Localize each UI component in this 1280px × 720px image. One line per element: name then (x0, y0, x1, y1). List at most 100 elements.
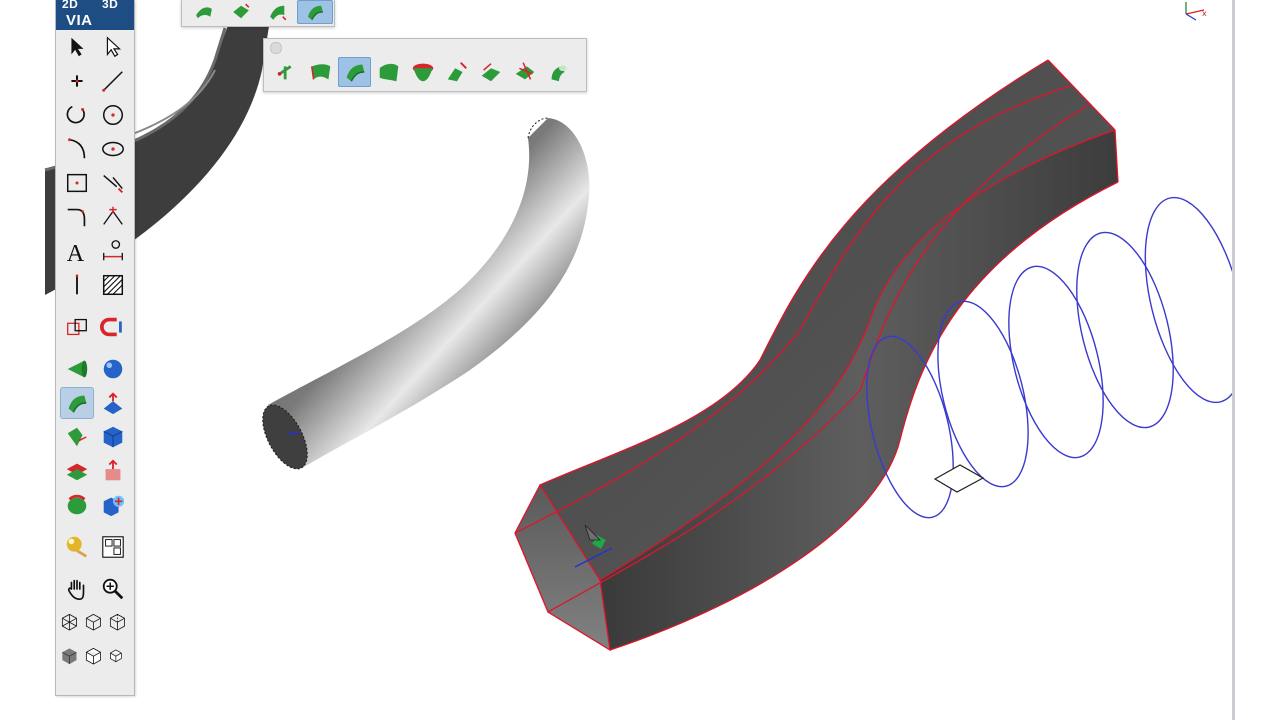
circle-tool-button[interactable] (96, 99, 130, 131)
intersection-icon (100, 204, 126, 230)
surface-b-button[interactable] (223, 0, 259, 24)
palette-row (56, 606, 134, 640)
circle-icon (100, 102, 126, 128)
surface-a-icon (193, 1, 215, 23)
trim-surface-button[interactable] (508, 57, 541, 87)
render-tool-button[interactable] (60, 531, 94, 563)
palette-row (56, 530, 134, 564)
trim-icon (100, 170, 126, 196)
boolean-tool-button[interactable] (96, 489, 130, 521)
loft-tool-button[interactable] (60, 421, 94, 453)
surface-a-button[interactable] (186, 0, 222, 24)
palette-row: A (56, 234, 134, 268)
view-iso2-tool-button[interactable] (107, 607, 131, 639)
palette-row (56, 572, 134, 606)
palette-row (56, 30, 134, 64)
sphere-tool-button[interactable] (96, 353, 130, 385)
ruled-surface-button[interactable] (304, 57, 337, 87)
corner-tool-button[interactable] (60, 201, 94, 233)
hatch-tool-button[interactable] (96, 269, 130, 301)
cone-tool-button[interactable] (60, 353, 94, 385)
palette-row (56, 200, 134, 234)
arrow-select-tool-button[interactable] (60, 31, 94, 63)
offset-surface-button[interactable] (474, 57, 507, 87)
swept-surface-icon (342, 59, 368, 85)
tube-surface-button[interactable] (542, 57, 575, 87)
view-shaded-tool-button[interactable] (59, 641, 83, 673)
view-iso2-icon (108, 612, 130, 634)
magnet-icon (100, 314, 126, 340)
extrude-surface-icon (100, 390, 126, 416)
palette-row (56, 310, 134, 344)
sweep-icon (64, 390, 90, 416)
palette-header[interactable]: 2D 3D VIA (56, 0, 134, 30)
surface-tools-toolbar[interactable] (263, 38, 587, 92)
surface-d-button[interactable] (297, 0, 333, 24)
dimension-tool-button[interactable] (96, 235, 130, 267)
sweep-point-button[interactable] (270, 57, 303, 87)
tube-surface-icon (546, 59, 572, 85)
toolbar-close-button[interactable] (270, 42, 282, 54)
surface-c-button[interactable] (260, 0, 296, 24)
view-small-tool-button[interactable] (107, 641, 131, 673)
cursor-line-tool-button[interactable] (60, 269, 94, 301)
views-icon (100, 534, 126, 560)
palette-row (56, 132, 134, 166)
ellipse-tool-button[interactable] (96, 133, 130, 165)
hollow-arrow-select-tool-button[interactable] (96, 31, 130, 63)
patch-surface-button[interactable] (372, 57, 405, 87)
point-icon (64, 68, 90, 94)
view-iso-icon (84, 612, 106, 634)
layers-tool-button[interactable] (60, 455, 94, 487)
line-icon (100, 68, 126, 94)
palette-row (56, 640, 134, 674)
push-pull-tool-button[interactable] (96, 455, 130, 487)
point-tool-button[interactable] (60, 65, 94, 97)
rectangle-tool-button[interactable] (60, 167, 94, 199)
view-iso-tool-button[interactable] (83, 607, 107, 639)
sweep-point-icon (274, 59, 300, 85)
ellipse-icon (100, 136, 126, 162)
dimension-icon (100, 238, 126, 264)
zoom-tool-button[interactable] (96, 573, 130, 605)
views-tool-button[interactable] (96, 531, 130, 563)
hand-pan-tool-button[interactable] (60, 573, 94, 605)
round-tube-model[interactable] (254, 117, 590, 476)
view-hidden-icon (84, 646, 106, 668)
cube-tool-button[interactable] (96, 421, 130, 453)
surface-top-toolbar[interactable] (181, 0, 335, 27)
swept-surface-button[interactable] (338, 57, 371, 87)
mode-via-label[interactable]: VIA (66, 12, 93, 29)
line-tool-button[interactable] (96, 65, 130, 97)
text-tool-button[interactable]: A (60, 235, 94, 267)
mode-2d-label[interactable]: 2D (62, 0, 78, 11)
sweep-tool-button[interactable] (60, 387, 94, 419)
view-wire-tool-button[interactable] (59, 607, 83, 639)
blend-surface-button[interactable] (440, 57, 473, 87)
square-duct-model[interactable] (514, 59, 1119, 652)
palette-row (56, 420, 134, 454)
magnet-tool-button[interactable] (96, 311, 130, 343)
sphere-icon (100, 356, 126, 382)
cube-icon (100, 424, 126, 450)
trim-tool-button[interactable] (96, 167, 130, 199)
layers-icon (64, 458, 90, 484)
profile-square-marker[interactable] (933, 464, 985, 493)
mode-3d-label[interactable]: 3D (102, 0, 118, 11)
intersection-tool-button[interactable] (96, 201, 130, 233)
view-shaded-icon (60, 646, 82, 668)
render-icon (64, 534, 90, 560)
extrude-surface-tool-button[interactable] (96, 387, 130, 419)
fillet-arc-tool-button[interactable] (60, 133, 94, 165)
revolved-surface-button[interactable] (406, 57, 439, 87)
transform-tool-button[interactable] (60, 311, 94, 343)
hollow-arrow-select-icon (100, 34, 126, 60)
revolve-tool-button[interactable] (60, 489, 94, 521)
3d-viewport[interactable] (0, 0, 1280, 720)
view-hidden-tool-button[interactable] (83, 641, 107, 673)
window-gutter (1235, 0, 1280, 720)
tool-palette[interactable]: 2D 3D VIA A (55, 0, 135, 696)
view-small-icon (108, 646, 130, 668)
view-wire-icon (60, 612, 82, 634)
arc-tool-button[interactable] (60, 99, 94, 131)
